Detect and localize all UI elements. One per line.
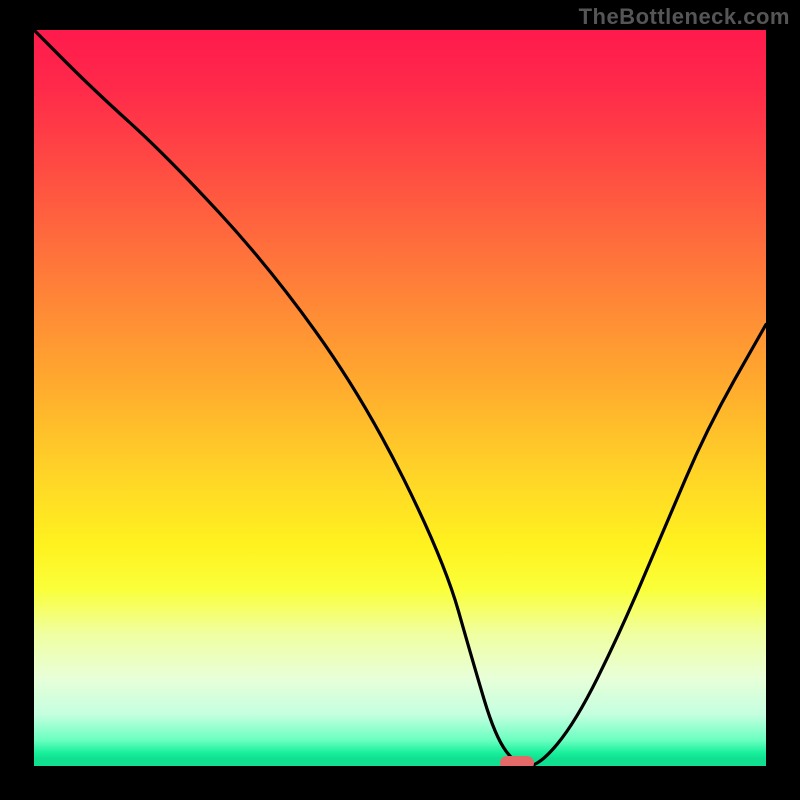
curve-path <box>34 30 766 766</box>
bottleneck-curve <box>34 30 766 766</box>
plot-area <box>34 30 766 766</box>
watermark-text: TheBottleneck.com <box>579 4 790 30</box>
optimum-marker <box>500 756 534 766</box>
chart-frame: TheBottleneck.com <box>0 0 800 800</box>
